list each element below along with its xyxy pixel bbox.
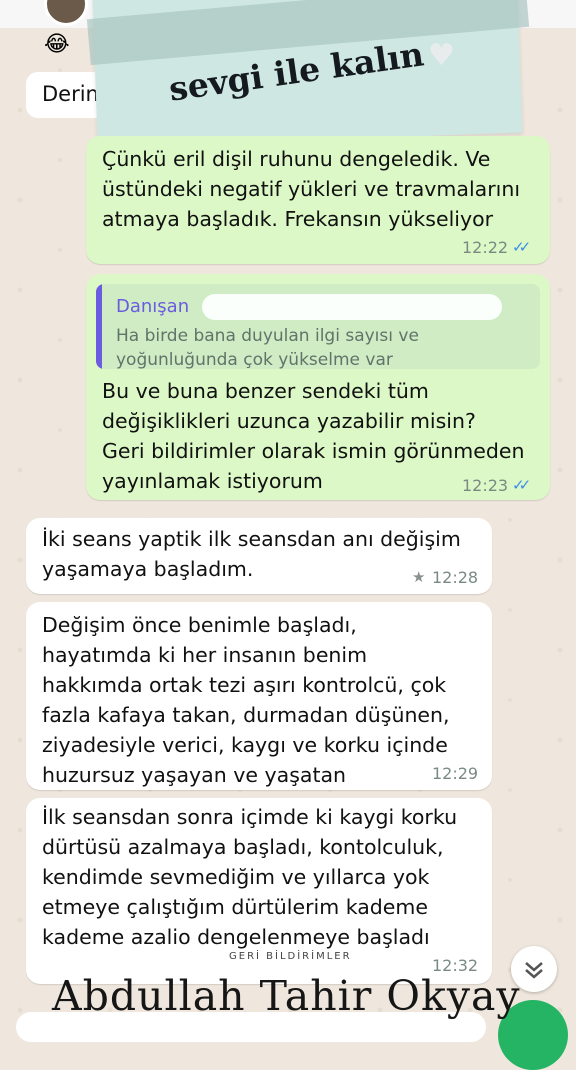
quote-bar (96, 284, 102, 369)
redacted-name (202, 294, 502, 320)
message-text: Değişim önce benimle başladı, hayatımda … (42, 613, 450, 787)
read-ticks-icon: ✓✓ (512, 476, 531, 494)
message-text: İlk seansdan sonra içimde ki kaygi korku… (42, 805, 458, 949)
signature-text: Abdullah Tahir Okyay (52, 972, 521, 1020)
outgoing-message-reply[interactable]: Danışan Ha birde bana duyulan ilgi sayıs… (86, 274, 550, 500)
heart-icon: ♥ (428, 38, 455, 73)
quote-text: Ha birde bana duyulan ilgi sayısı ve yoğ… (116, 326, 419, 369)
message-time: 12:28 (432, 568, 479, 587)
outgoing-message[interactable]: Çünkü eril dişil ruhunu dengeledik. Ve ü… (86, 136, 550, 264)
starred-icon: ★ (412, 568, 426, 586)
incoming-message[interactable]: Değişim önce benimle başladı, hayatımda … (26, 602, 492, 790)
laughing-emoji-icon: 😂 (44, 32, 70, 57)
incoming-message[interactable]: İki seans yaptik ilk seansdan anı değişi… (26, 518, 492, 594)
quote-author: Danışan (116, 296, 190, 317)
message-text: Çünkü eril dişil ruhunu dengeledik. Ve ü… (102, 147, 521, 231)
caption-text: GERİ BİLDİRİMLER (229, 951, 352, 962)
read-ticks-icon: ✓✓ (512, 238, 531, 256)
partial-message-text: Derin (42, 82, 99, 106)
message-text: İki seans yaptik ilk seansdan anı değişi… (42, 527, 461, 581)
message-time: 12:29 (432, 764, 479, 783)
message-time: 12:22 (462, 238, 509, 257)
message-time: 12:23 (462, 476, 509, 495)
quoted-message[interactable]: Danışan Ha birde bana duyulan ilgi sayıs… (96, 284, 540, 369)
